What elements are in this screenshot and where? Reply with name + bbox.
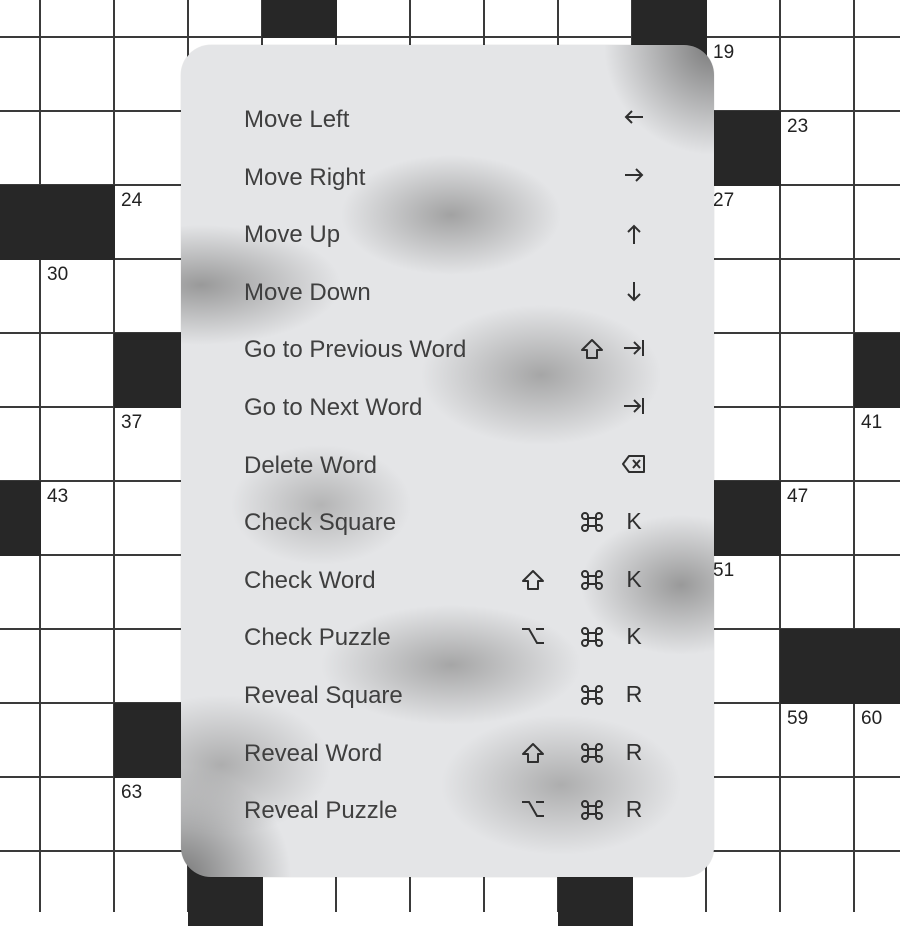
menu-item[interactable]: Move Down bbox=[181, 272, 714, 312]
clue-number: 41 bbox=[861, 412, 883, 433]
shortcut-key: K bbox=[626, 623, 642, 650]
menu-item[interactable]: Check Word K bbox=[181, 560, 714, 600]
arrow-down-icon bbox=[621, 278, 647, 303]
keyboard-shortcuts-menu: Move Left Move Right Move Up Move Down Go to… bbox=[181, 45, 714, 877]
menu-item[interactable]: Move Right bbox=[181, 157, 714, 197]
option-icon bbox=[520, 796, 546, 819]
grid-line bbox=[0, 36, 900, 38]
clue-number: 60 bbox=[861, 708, 883, 729]
menu-item-label: Check Word bbox=[244, 566, 376, 594]
black-square bbox=[854, 333, 900, 408]
menu-item-label: Reveal Square bbox=[244, 682, 403, 709]
shift-icon bbox=[520, 739, 546, 764]
tab-icon bbox=[621, 393, 647, 416]
menu-item-label: Reveal Word bbox=[244, 739, 383, 767]
menu-item[interactable]: Move Up bbox=[181, 214, 714, 254]
menu-item[interactable]: Go to Next Word bbox=[181, 387, 714, 427]
clue-number: 30 bbox=[47, 264, 69, 285]
menu-item[interactable]: Move Left bbox=[181, 99, 714, 139]
clue-number: 63 bbox=[121, 782, 143, 803]
black-square bbox=[706, 111, 781, 186]
shortcut-key: R bbox=[625, 796, 643, 823]
command-icon bbox=[579, 508, 605, 533]
menu-item-label: Delete Word bbox=[244, 451, 377, 479]
menu-item-label: Check Puzzle bbox=[244, 624, 391, 652]
menu-item-label: Move Up bbox=[244, 221, 341, 249]
shortcut-key: R bbox=[625, 681, 643, 707]
command-icon bbox=[579, 681, 605, 706]
menu-item-label: Move Down bbox=[244, 278, 371, 306]
command-icon bbox=[579, 623, 605, 648]
command-icon bbox=[579, 566, 605, 591]
shortcut-key: R bbox=[625, 738, 643, 765]
clue-number: 23 bbox=[787, 116, 809, 137]
menu-item-label: Move Left bbox=[244, 106, 350, 133]
black-square bbox=[854, 629, 900, 704]
clue-number: 19 bbox=[713, 42, 735, 63]
menu-item-label: Check Square bbox=[244, 509, 397, 537]
menu-item[interactable]: Reveal Puzzle R bbox=[181, 790, 714, 830]
menu-item[interactable]: Reveal Word R bbox=[181, 733, 714, 773]
clue-number: 37 bbox=[121, 412, 143, 433]
tab-icon bbox=[621, 335, 647, 358]
clue-number: 24 bbox=[121, 190, 143, 211]
menu-item-label: Move Right bbox=[244, 163, 366, 191]
black-square bbox=[40, 185, 115, 260]
menu-item[interactable]: Reveal Square R bbox=[181, 675, 714, 715]
shift-icon bbox=[520, 566, 546, 591]
menu-item[interactable]: Check Puzzle K bbox=[181, 617, 714, 657]
clue-number: 27 bbox=[713, 190, 735, 211]
black-square bbox=[706, 481, 781, 556]
command-icon bbox=[579, 796, 605, 821]
black-square bbox=[780, 629, 855, 704]
black-square bbox=[262, 0, 337, 38]
menu-item[interactable]: Check Square K bbox=[181, 502, 714, 542]
shortcut-key: K bbox=[626, 508, 642, 535]
shortcut-key: K bbox=[626, 565, 642, 592]
option-icon bbox=[520, 623, 546, 646]
menu-item[interactable]: Go to Previous Word bbox=[181, 329, 714, 369]
clue-number: 43 bbox=[47, 486, 69, 507]
clue-number: 59 bbox=[787, 708, 809, 729]
arrow-right-icon bbox=[621, 163, 647, 184]
arrow-left-icon bbox=[621, 105, 647, 126]
black-square bbox=[0, 481, 41, 556]
menu-item-label: Go to Next Word bbox=[244, 394, 423, 421]
menu-item-label: Reveal Puzzle bbox=[244, 797, 398, 825]
shift-icon bbox=[579, 335, 605, 360]
menu-item-label: Go to Previous Word bbox=[244, 336, 467, 364]
command-icon bbox=[579, 739, 605, 764]
black-square bbox=[0, 185, 41, 260]
delete-icon bbox=[621, 451, 647, 474]
black-square bbox=[632, 0, 707, 38]
clue-number: 51 bbox=[713, 560, 735, 581]
menu-item[interactable]: Delete Word bbox=[181, 445, 714, 485]
black-square bbox=[114, 703, 189, 778]
black-square bbox=[114, 333, 189, 408]
arrow-up-icon bbox=[621, 220, 647, 245]
clue-number: 47 bbox=[787, 486, 809, 507]
